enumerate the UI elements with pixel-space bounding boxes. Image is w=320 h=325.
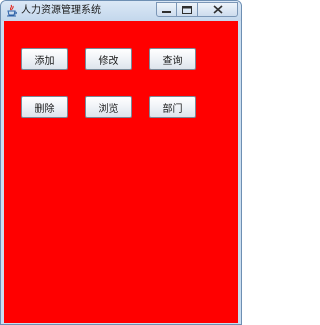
minimize-icon [162,10,171,13]
app-window: 人力资源管理系统 添加 修改 查询 删除 浏览 部门 [0,0,242,325]
title-bar[interactable]: 人力资源管理系统 [1,1,241,21]
java-app-icon [7,4,17,17]
close-button[interactable] [198,2,238,17]
delete-button[interactable]: 删除 [21,96,68,118]
close-icon [212,5,223,14]
maximize-icon [182,5,192,14]
query-button[interactable]: 查询 [149,48,196,70]
modify-button[interactable]: 修改 [85,48,132,70]
add-button[interactable]: 添加 [21,48,68,70]
department-button[interactable]: 部门 [149,96,196,118]
minimize-button[interactable] [156,2,177,17]
main-panel: 添加 修改 查询 删除 浏览 部门 [4,21,238,323]
window-title: 人力资源管理系统 [21,5,101,16]
browse-button[interactable]: 浏览 [85,96,132,118]
maximize-button[interactable] [177,2,198,17]
